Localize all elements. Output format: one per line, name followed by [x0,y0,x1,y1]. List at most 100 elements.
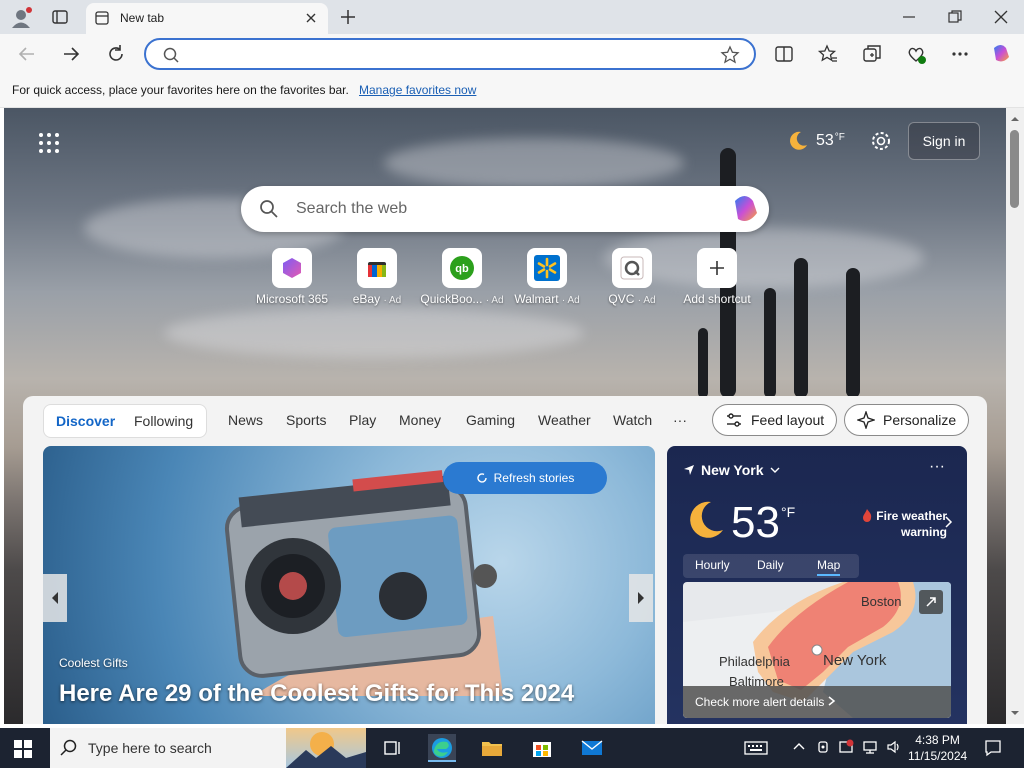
ad-badge: · Ad [561,295,580,306]
category-weather[interactable]: Weather [538,412,591,428]
keyboard-icon[interactable] [742,734,770,762]
browser-essentials-icon[interactable] [905,43,927,65]
copilot-icon[interactable] [990,43,1012,65]
tab-following[interactable]: Following [134,413,193,429]
new-tab-button[interactable] [338,7,358,27]
scrollbar-thumb[interactable] [1010,130,1019,208]
task-view-icon[interactable] [378,734,406,762]
check-alert-details-link[interactable]: Check more alert details [683,686,951,718]
security-warning-icon[interactable] [838,739,854,758]
profile-icon[interactable] [10,7,32,29]
tab-title: New tab [120,11,165,25]
tab-map[interactable]: Map [817,558,841,576]
settings-more-icon[interactable] [949,43,971,65]
sign-in-button[interactable]: Sign in [908,122,980,160]
weather-location[interactable]: New York [683,462,780,478]
start-button[interactable] [14,740,32,758]
network-icon[interactable] [862,739,878,758]
tab-daily[interactable]: Daily [757,558,784,572]
location-name: New York [701,462,764,478]
close-tab-icon[interactable] [302,9,320,27]
back-button[interactable] [16,43,38,65]
address-bar[interactable] [144,38,756,70]
refresh-button[interactable] [105,43,127,65]
collections-icon[interactable] [861,43,883,65]
mail-icon[interactable] [578,734,606,762]
shortcut-ebay[interactable]: eBay · Ad [332,248,422,306]
file-explorer-icon[interactable] [478,734,506,762]
carousel-next-button[interactable] [629,574,653,622]
map-label-new-york: New York [823,652,887,669]
fire-icon [862,509,872,522]
fire-weather-warning[interactable]: Fire weather warning [849,508,947,540]
weather-alert-map[interactable]: Boston Philadelphia New York Baltimore C… [683,582,951,718]
taskbar-search-box[interactable]: Type here to search [50,728,366,768]
taskbar-edge-icon[interactable] [428,734,456,762]
expand-map-icon[interactable] [919,590,943,614]
taskbar-clock[interactable]: 4:38 PM 11/15/2024 [908,732,967,764]
category-sports[interactable]: Sports [286,412,326,428]
category-watch[interactable]: Watch [613,412,652,428]
restore-button[interactable] [946,8,964,26]
more-categories-button[interactable]: ··· [673,412,687,428]
shortcut-quickbooks[interactable]: qb QuickBoo... · Ad [417,248,507,306]
hero-story-card[interactable]: Refresh stories Coolest Gifts Here Are 2… [43,446,655,724]
search-placeholder: Search the web [296,200,408,217]
feed-layout-button[interactable]: Feed layout [712,404,838,436]
copilot-search-icon[interactable] [729,193,761,225]
minimize-button[interactable] [900,8,918,26]
volume-icon[interactable] [886,739,902,758]
carousel-prev-button[interactable] [43,574,67,622]
notifications-icon[interactable] [984,739,1002,760]
show-hidden-icons-button[interactable] [792,739,806,756]
weather-unit: °F [781,504,796,520]
tray-app-icon[interactable] [816,739,830,758]
weather-more-icon[interactable]: ··· [929,458,945,476]
refresh-stories-button[interactable]: Refresh stories [443,462,607,494]
weather-tabs: Hourly Daily Map [683,554,859,578]
weather-widget[interactable]: 53 °F [786,128,845,154]
chevron-right-icon[interactable] [945,516,953,531]
manage-favorites-link[interactable]: Manage favorites now [359,83,476,97]
personalize-button[interactable]: Personalize [844,404,970,436]
category-play[interactable]: Play [349,412,376,428]
shortcut-qvc[interactable]: QVC · Ad [587,248,677,306]
quickbooks-icon: qb [442,248,482,288]
category-money[interactable]: Money [399,412,441,428]
microsoft-store-icon[interactable] [528,734,556,762]
apps-launcher-icon[interactable] [38,132,60,154]
tab-actions-icon[interactable] [52,9,68,25]
ad-badge: · Ad [637,295,656,306]
close-window-button[interactable] [992,8,1010,26]
scroll-up-icon[interactable] [1006,112,1024,126]
page-scrollbar[interactable] [1006,108,1024,724]
scroll-down-icon[interactable] [1006,706,1024,720]
category-gaming[interactable]: Gaming [466,412,515,428]
title-bar: New tab [0,0,1024,34]
tab-new-tab[interactable]: New tab [86,3,328,34]
split-screen-icon[interactable] [773,43,795,65]
sparkle-icon [857,411,875,429]
weather-temp: 53 [816,132,834,149]
windows-taskbar: Type here to search 4:38 PM 11/15/2024 [0,728,1024,768]
search-icon [259,199,279,222]
web-search-box[interactable]: Search the web [241,186,769,232]
weather-temperature: 53 [731,498,780,547]
browser-toolbar [0,34,1024,74]
tab-hourly[interactable]: Hourly [695,558,730,572]
shortcut-walmart[interactable]: Walmart · Ad [502,248,592,306]
add-shortcut-button[interactable]: Add shortcut [672,248,762,306]
forward-button[interactable] [60,43,82,65]
favorites-icon[interactable] [817,43,839,65]
refresh-stories-label: Refresh stories [493,471,575,485]
favorite-star-icon[interactable] [720,45,740,68]
shortcut-microsoft-365[interactable]: Microsoft 365 [247,248,337,306]
feed-switcher: Discover Following [43,404,207,438]
taskbar-search-placeholder: Type here to search [88,740,212,756]
tab-discover[interactable]: Discover [56,413,115,429]
page-settings-icon[interactable] [870,130,892,152]
story-headline[interactable]: Here Are 29 of the Coolest Gifts for Thi… [59,680,574,708]
shortcut-label: eBay [352,292,381,306]
newtab-favicon-icon [95,11,109,25]
category-news[interactable]: News [228,412,263,428]
